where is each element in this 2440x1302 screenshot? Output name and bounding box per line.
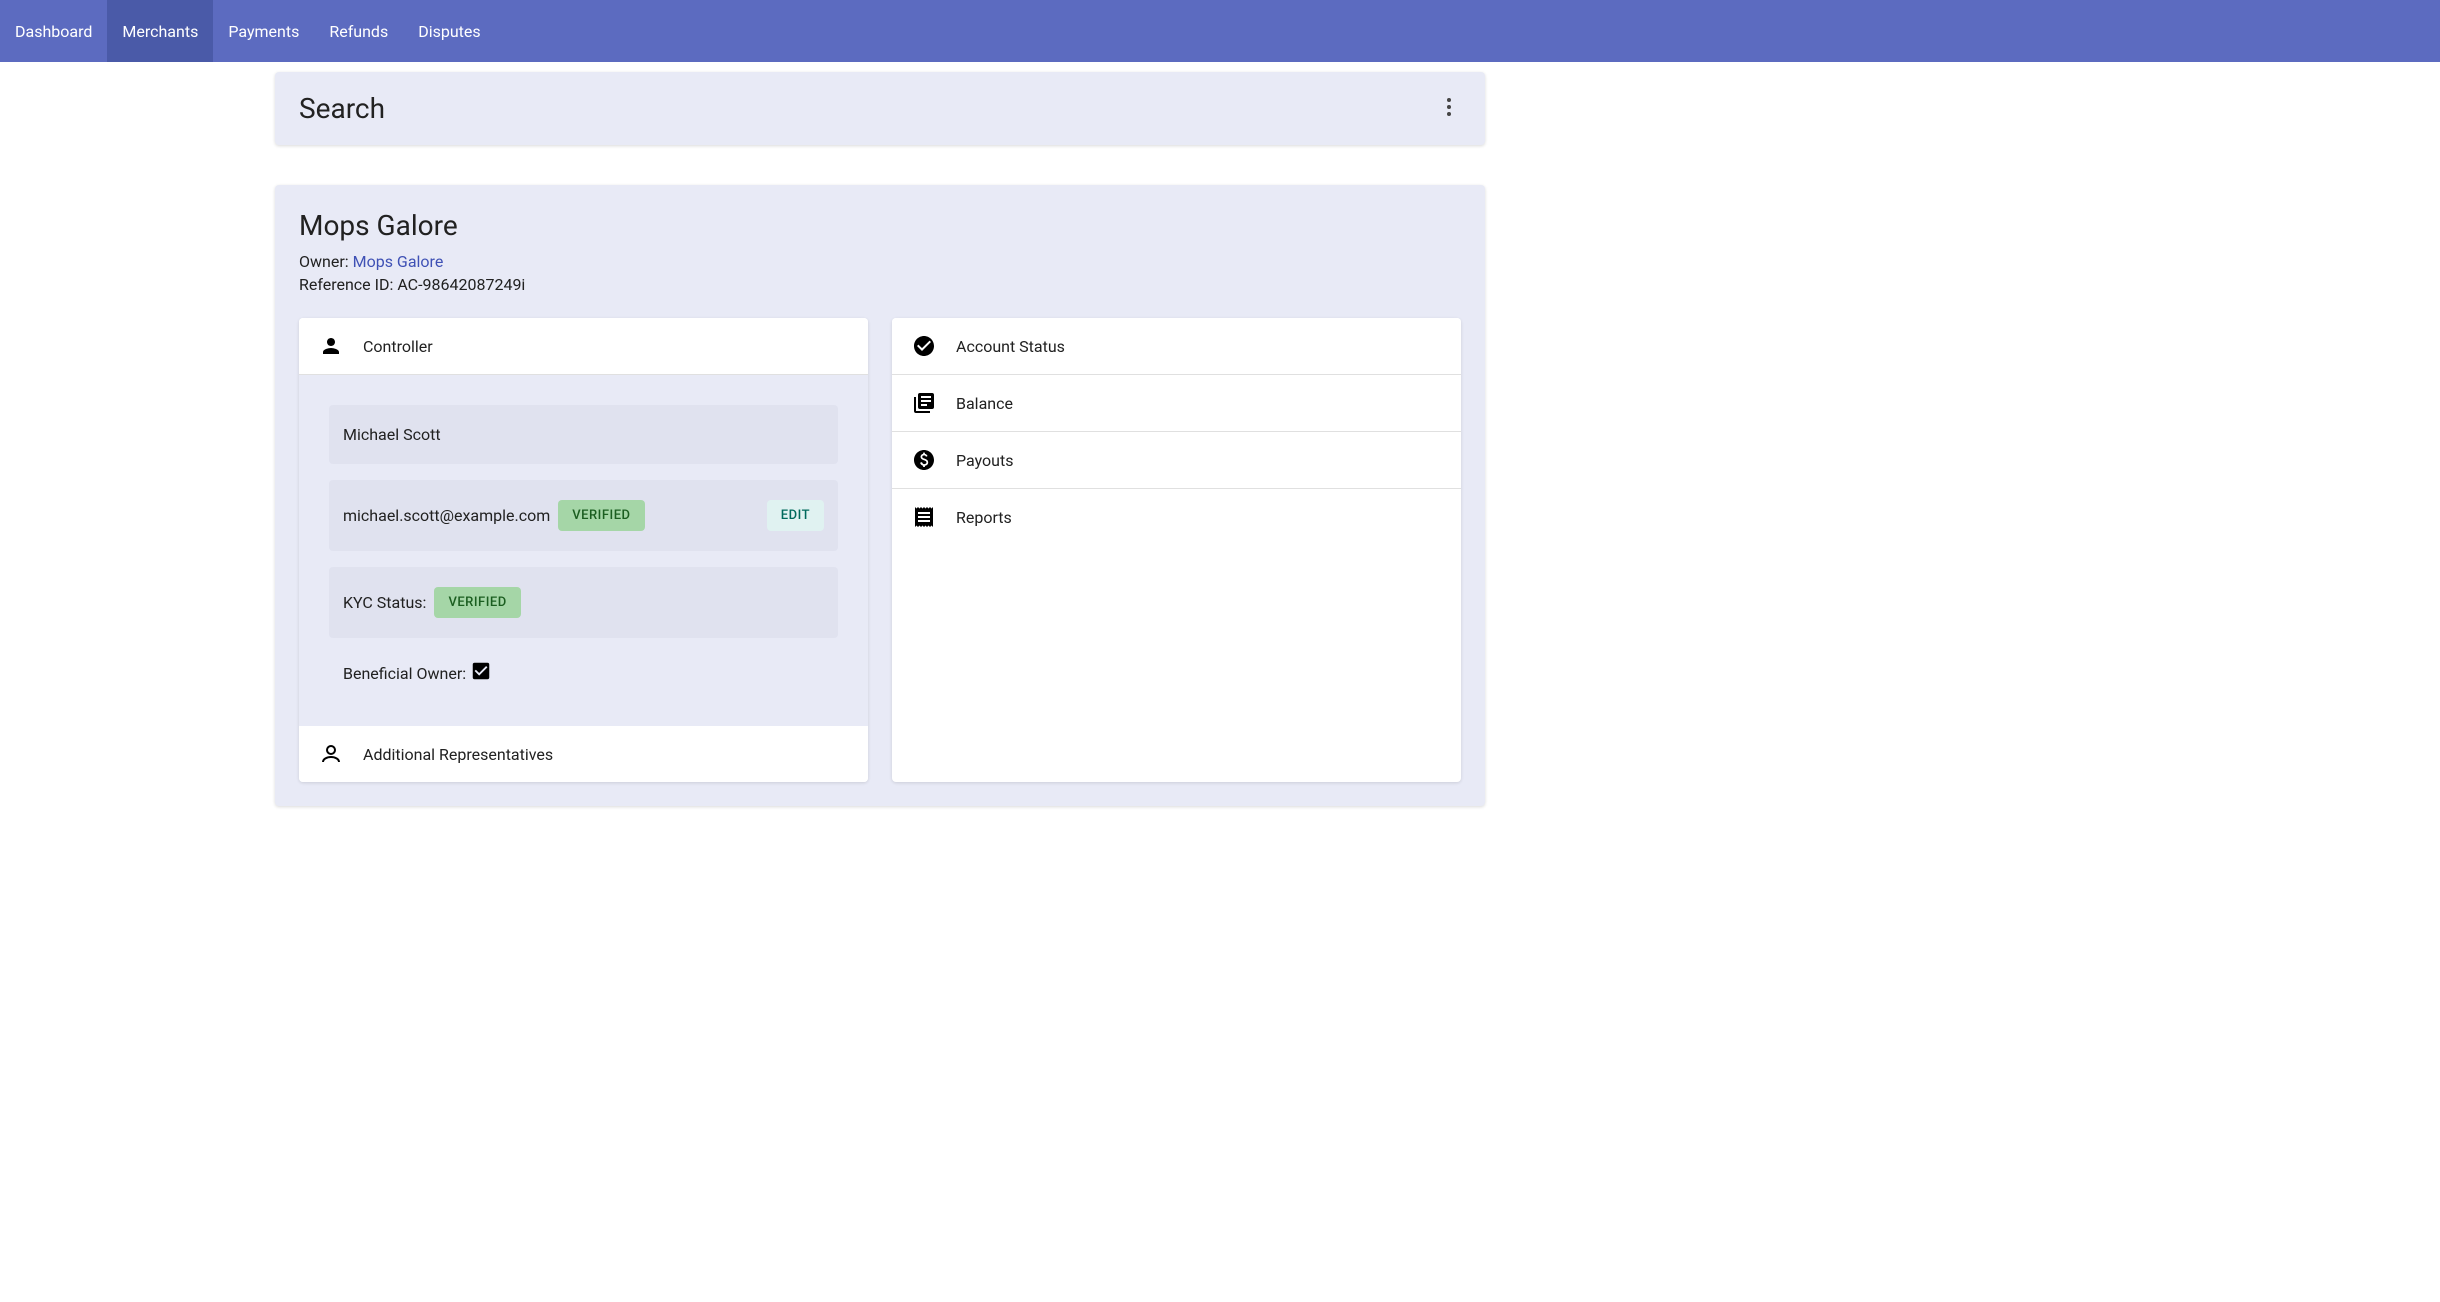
balance-row[interactable]: Balance xyxy=(892,375,1461,432)
nav-merchants[interactable]: Merchants xyxy=(107,0,213,62)
controller-header-label: Controller xyxy=(363,337,433,356)
reference-line: Reference ID: AC-98642087249i xyxy=(299,275,1461,294)
account-status-row[interactable]: Account Status xyxy=(892,318,1461,375)
beneficial-owner-checkbox[interactable] xyxy=(470,660,492,686)
reports-label: Reports xyxy=(956,508,1012,527)
nav-refunds[interactable]: Refunds xyxy=(314,0,403,62)
owner-link[interactable]: Mops Galore xyxy=(353,252,444,271)
owner-line: Owner: Mops Galore xyxy=(299,252,1461,271)
merchant-name: Mops Galore xyxy=(299,209,1461,242)
owner-label: Owner: xyxy=(299,252,349,271)
controller-name: Michael Scott xyxy=(343,425,441,444)
additional-reps-header[interactable]: Additional Representatives xyxy=(299,726,868,782)
person-icon xyxy=(319,334,343,358)
controller-email: michael.scott@example.com xyxy=(343,506,550,525)
controller-body: Michael Scott michael.scott@example.com … xyxy=(299,375,868,726)
person-outline-icon xyxy=(319,742,343,766)
check-circle-icon xyxy=(912,334,936,358)
kyc-label: KYC Status: xyxy=(343,593,426,612)
reports-row[interactable]: Reports xyxy=(892,489,1461,545)
library-books-icon xyxy=(912,391,936,415)
top-nav: Dashboard Merchants Payments Refunds Dis… xyxy=(0,0,2440,62)
nav-disputes[interactable]: Disputes xyxy=(403,0,495,62)
controller-panel: Controller Michael Scott michael.scott@e… xyxy=(299,318,868,782)
dots-vertical-icon xyxy=(1446,97,1452,121)
kyc-field: KYC Status: VERIFIED xyxy=(329,567,838,638)
payouts-label: Payouts xyxy=(956,451,1013,470)
beneficial-owner-label: Beneficial Owner: xyxy=(343,664,466,683)
paid-icon xyxy=(912,448,936,472)
controller-name-field: Michael Scott xyxy=(329,405,838,464)
search-card: Search xyxy=(275,72,1485,145)
reference-label: Reference ID: xyxy=(299,275,393,294)
balance-label: Balance xyxy=(956,394,1013,413)
controller-header[interactable]: Controller xyxy=(299,318,868,375)
nav-payments[interactable]: Payments xyxy=(213,0,314,62)
search-title: Search xyxy=(299,92,385,125)
receipt-icon xyxy=(912,505,936,529)
nav-dashboard[interactable]: Dashboard xyxy=(0,0,107,62)
more-options-button[interactable] xyxy=(1437,97,1461,121)
reference-id: AC-98642087249i xyxy=(397,275,525,294)
edit-email-button[interactable]: EDIT xyxy=(767,500,824,531)
additional-reps-label: Additional Representatives xyxy=(363,745,553,764)
account-info-panel: Account Status Balance Payouts xyxy=(892,318,1461,782)
beneficial-owner-row: Beneficial Owner: xyxy=(329,654,838,696)
payouts-row[interactable]: Payouts xyxy=(892,432,1461,489)
email-verified-badge: VERIFIED xyxy=(558,500,644,531)
account-status-label: Account Status xyxy=(956,337,1065,356)
merchant-detail-card: Mops Galore Owner: Mops Galore Reference… xyxy=(275,185,1485,806)
controller-email-field: michael.scott@example.com VERIFIED EDIT xyxy=(329,480,838,551)
kyc-verified-badge: VERIFIED xyxy=(434,587,520,618)
